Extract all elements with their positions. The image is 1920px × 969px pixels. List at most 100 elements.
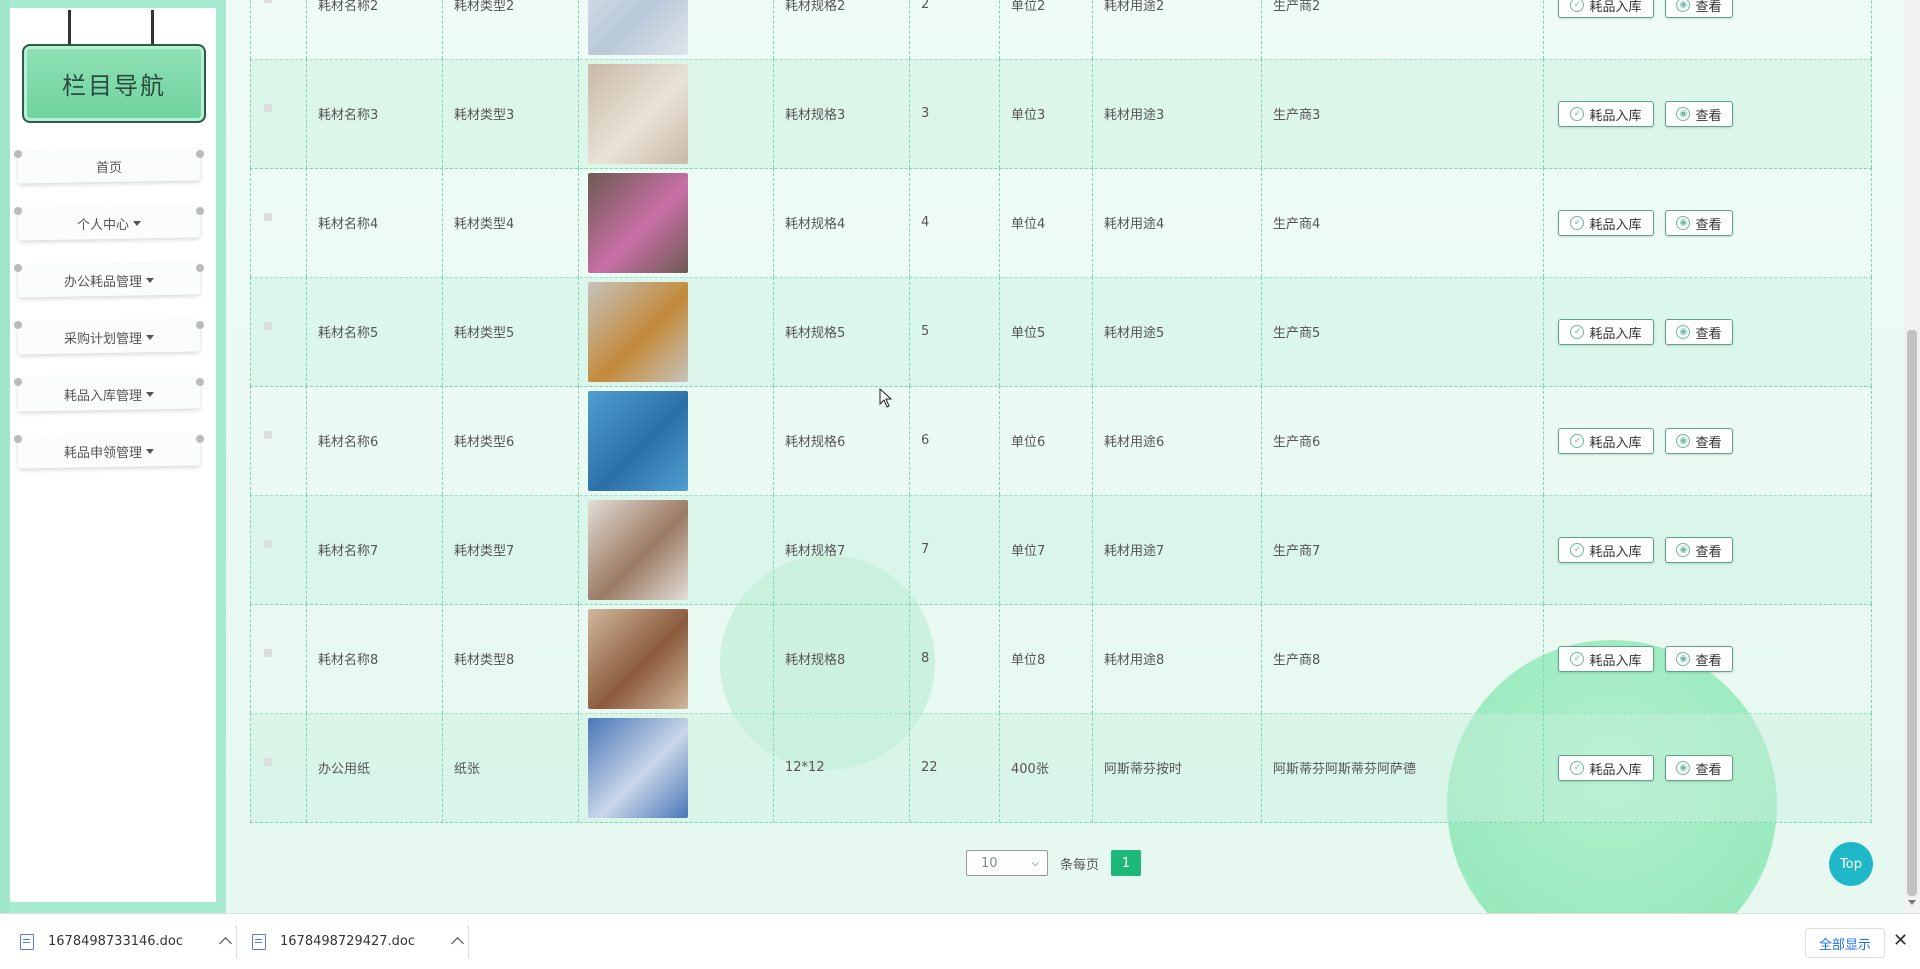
image-cell (578, 604, 773, 713)
table-cell-qty: 6 (909, 386, 999, 495)
image-cell (578, 59, 773, 168)
table-row: 耗材名称7 耗材类型7 耗材规格7 7 单位7 耗材用途7 生产商7 ✓ 耗品入库 ◉ 查看 (250, 495, 1872, 605)
table-cell-unit: 单位5 (999, 277, 1092, 386)
mouse-cursor-icon (879, 388, 893, 408)
row-checkbox[interactable] (264, 0, 272, 3)
stock-in-button[interactable]: ✓ 耗品入库 (1558, 101, 1654, 127)
sign-rope (68, 10, 71, 46)
view-button[interactable]: ◉ 查看 (1665, 0, 1733, 18)
actions-cell: ✓ 耗品入库 ◉ 查看 (1543, 277, 1872, 386)
eye-icon: ◉ (1676, 652, 1691, 666)
sidebar-menu-item[interactable]: 个人中心 (12, 203, 206, 243)
view-button[interactable]: ◉ 查看 (1665, 210, 1733, 236)
row-checkbox[interactable] (264, 649, 272, 657)
table-cell-name: 办公用纸 (306, 713, 442, 822)
stock-in-button[interactable]: ✓ 耗品入库 (1558, 428, 1654, 454)
row-checkbox[interactable] (264, 213, 272, 221)
sidebar-menu-item[interactable]: 耗品申领管理 (12, 431, 206, 471)
table-row: 办公用纸 纸张 12*12 22 400张 阿斯蒂芬按时 阿斯蒂芬阿斯蒂芬阿萨德 ✓ 耗品入库 ◉… (250, 713, 1872, 823)
row-checkbox[interactable] (264, 322, 272, 330)
row-checkbox[interactable] (264, 431, 272, 439)
actions-cell: ✓ 耗品入库 ◉ 查看 (1543, 713, 1872, 822)
table-cell-type: 耗材类型5 (442, 277, 578, 386)
row-checkbox[interactable] (264, 540, 272, 548)
download-bar: 1678498733146.doc 1678498729427.doc 全部显示… (0, 913, 1920, 969)
view-label: 查看 (1695, 217, 1722, 233)
check-circle-icon: ✓ (1570, 652, 1585, 666)
view-button[interactable]: ◉ 查看 (1665, 537, 1733, 563)
check-circle-icon: ✓ (1570, 0, 1585, 12)
stock-in-label: 耗品入库 (1589, 326, 1642, 342)
table-cell-use: 阿斯蒂芬按时 (1092, 713, 1261, 822)
table-cell-name: 耗材名称3 (306, 59, 442, 168)
table-cell-maker: 生产商6 (1261, 386, 1543, 495)
view-button[interactable]: ◉ 查看 (1665, 101, 1733, 127)
page-number-button[interactable]: 1 (1111, 850, 1142, 876)
table-cell-unit: 单位8 (999, 604, 1092, 713)
view-button[interactable]: ◉ 查看 (1665, 428, 1733, 454)
back-to-top-button[interactable]: Top (1829, 842, 1873, 886)
product-image (588, 63, 688, 164)
stock-in-button[interactable]: ✓ 耗品入库 (1558, 0, 1654, 18)
table-cell-maker: 生产商8 (1261, 604, 1543, 713)
sidebar-menu-item[interactable]: 办公耗品管理 (12, 260, 206, 300)
table-cell-spec: 耗材规格4 (773, 168, 909, 277)
view-button[interactable]: ◉ 查看 (1665, 646, 1733, 672)
stock-in-label: 耗品入库 (1589, 108, 1642, 124)
table-cell-spec: 耗材规格8 (773, 604, 909, 713)
stock-in-button[interactable]: ✓ 耗品入库 (1558, 537, 1654, 563)
close-icon[interactable]: ✕ (1893, 930, 1908, 951)
check-circle-icon: ✓ (1570, 543, 1585, 557)
eye-icon: ◉ (1676, 543, 1691, 557)
stock-in-button[interactable]: ✓ 耗品入库 (1558, 646, 1654, 672)
sidebar-menu-item[interactable]: 采购计划管理 (12, 317, 206, 357)
scroll-thumb[interactable] (1907, 330, 1917, 896)
check-circle-icon: ✓ (1570, 216, 1585, 230)
actions-cell: ✓ 耗品入库 ◉ 查看 (1543, 0, 1872, 59)
chevron-up-icon[interactable] (219, 935, 232, 950)
caret-down-icon (146, 334, 154, 340)
row-checkbox[interactable] (264, 104, 272, 112)
caret-down-icon (146, 448, 154, 454)
check-circle-icon: ✓ (1570, 325, 1585, 339)
view-button[interactable]: ◉ 查看 (1665, 755, 1733, 781)
stock-in-button[interactable]: ✓ 耗品入库 (1558, 319, 1654, 345)
table-row: 耗材名称3 耗材类型3 耗材规格3 3 单位3 耗材用途3 生产商3 ✓ 耗品入库 ◉ 查看 (250, 59, 1872, 169)
view-button[interactable]: ◉ 查看 (1665, 319, 1733, 345)
pin-icon (196, 207, 204, 215)
scroll-down-arrow-icon[interactable] (1908, 900, 1916, 905)
download-item[interactable]: 1678498733146.doc (20, 914, 232, 969)
sidebar-menu-item[interactable]: 首页 (12, 146, 206, 186)
sidebar-menu-label: 个人中心 (76, 217, 129, 233)
table-cell-unit: 单位6 (999, 386, 1092, 495)
table-cell-qty: 2 (909, 0, 999, 59)
table-cell-maker: 生产商7 (1261, 495, 1543, 604)
table-cell-qty: 22 (909, 713, 999, 822)
table-cell-qty: 7 (909, 495, 999, 604)
show-all-downloads-button[interactable]: 全部显示 (1805, 928, 1885, 958)
table-cell-spec: 耗材规格5 (773, 277, 909, 386)
table-cell-spec: 12*12 (773, 713, 909, 822)
page-size-select[interactable]: 10 ⌵ (966, 850, 1048, 876)
chevron-up-icon[interactable] (451, 935, 464, 950)
sidebar-menu-item[interactable]: 耗品入库管理 (12, 374, 206, 414)
table-cell-use: 耗材用途2 (1092, 0, 1261, 59)
image-cell (578, 0, 773, 59)
divider (468, 926, 469, 958)
stock-in-label: 耗品入库 (1589, 544, 1642, 560)
table-cell-maker: 生产商4 (1261, 168, 1543, 277)
stock-in-button[interactable]: ✓ 耗品入库 (1558, 210, 1654, 236)
table-cell-unit: 单位3 (999, 59, 1092, 168)
vertical-scrollbar[interactable] (1904, 0, 1920, 913)
download-item[interactable]: 1678498729427.doc (252, 914, 464, 969)
table-cell-name: 耗材名称2 (306, 0, 442, 59)
table-cell-unit: 400张 (999, 713, 1092, 822)
row-checkbox[interactable] (264, 758, 272, 766)
view-label: 查看 (1695, 435, 1722, 451)
eye-icon: ◉ (1676, 0, 1691, 12)
per-page-label: 条每页 (1060, 857, 1100, 873)
select-cell (250, 168, 306, 277)
download-filename: 1678498729427.doc (280, 934, 416, 949)
table-cell-spec: 耗材规格2 (773, 0, 909, 59)
stock-in-button[interactable]: ✓ 耗品入库 (1558, 755, 1654, 781)
